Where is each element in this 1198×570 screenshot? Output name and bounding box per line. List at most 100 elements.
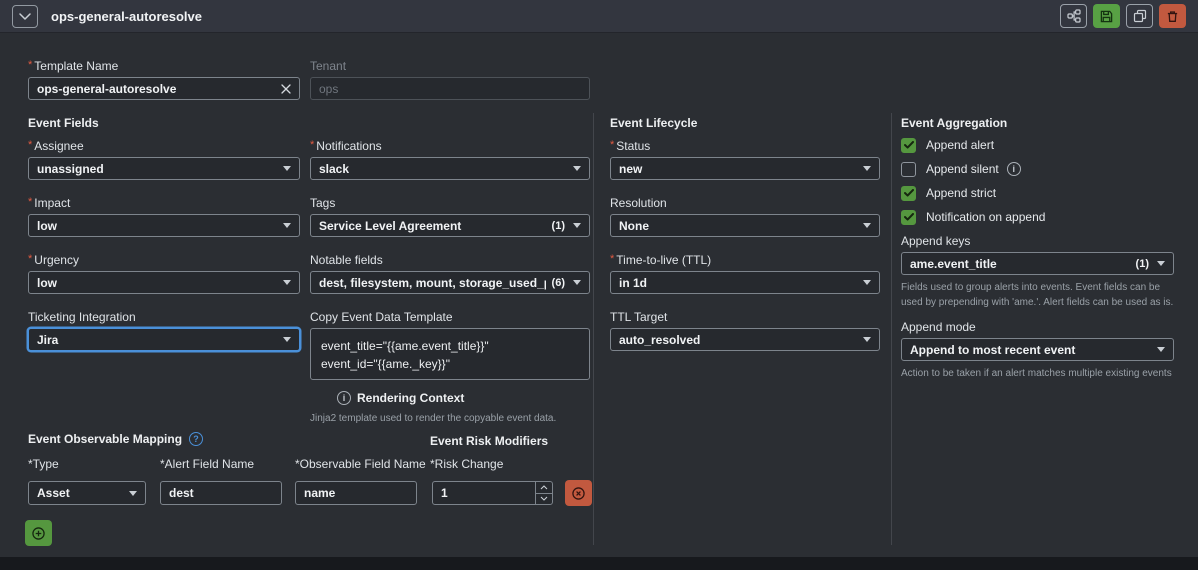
notifications-label: * Notifications: [310, 139, 382, 153]
ttl-label: * Time-to-live (TTL): [610, 253, 712, 267]
required-marker: *: [28, 139, 33, 151]
notification-on-append-label: Notification on append: [926, 210, 1046, 224]
copy-event-data-template-textarea[interactable]: event_title="{{ame.event_title}}" event_…: [310, 328, 590, 380]
append-keys-count: (1): [1135, 257, 1149, 270]
template-name-label: * Template Name: [28, 59, 119, 73]
code-line: event_id="{{ame._key}}": [321, 357, 450, 371]
help-icon[interactable]: [189, 432, 204, 446]
urgency-select[interactable]: low: [28, 271, 300, 294]
caret-down-icon: [573, 280, 581, 285]
append-strict-row: Append strict: [901, 185, 996, 201]
append-strict-checkbox[interactable]: [901, 185, 916, 201]
impact-label: * Impact: [28, 196, 71, 210]
risk-change-input[interactable]: [433, 482, 535, 504]
info-icon: [337, 391, 351, 405]
flow-chart-icon: [1066, 9, 1081, 23]
notifications-select[interactable]: slack: [310, 157, 590, 180]
caret-down-icon: [1157, 261, 1165, 266]
required-marker: *: [28, 253, 33, 265]
add-circle-icon: [31, 526, 46, 541]
observable-type-select[interactable]: Asset: [28, 481, 146, 505]
save-icon: [1100, 10, 1113, 23]
delete-button[interactable]: [1159, 4, 1186, 28]
notification-on-append-row: Notification on append: [901, 209, 1045, 225]
risk-change-stepper: [432, 481, 553, 505]
save-button[interactable]: [1093, 4, 1120, 28]
observable-field-name-input[interactable]: [295, 481, 417, 505]
append-mode-select[interactable]: Append to most recent event: [901, 338, 1174, 361]
remove-mapping-row-button[interactable]: [565, 480, 592, 506]
notable-fields-label: Notable fields: [310, 253, 383, 267]
append-alert-label: Append alert: [926, 138, 995, 152]
append-keys-label: Append keys: [901, 234, 971, 248]
tags-select[interactable]: Service Level Agreement (1): [310, 214, 590, 237]
risk-change-column-label: *Risk Change: [430, 457, 504, 471]
resolution-select[interactable]: None: [610, 214, 880, 237]
type-column-label: *Type: [28, 457, 59, 471]
copy-template-help: Jinja2 template used to render the copya…: [310, 413, 557, 424]
append-alert-row: Append alert: [901, 137, 994, 153]
tags-label: Tags: [310, 196, 336, 210]
caret-down-icon: [129, 490, 137, 496]
template-editor-panel: ops-general-autoresolve * Template Name …: [0, 0, 1198, 570]
chevron-down-icon: [19, 12, 31, 20]
risk-modifiers-title: Event Risk Modifiers: [430, 434, 549, 448]
rendering-context-link[interactable]: Rendering Context: [337, 391, 464, 405]
column-divider: [593, 113, 594, 545]
ttl-target-select[interactable]: auto_resolved: [610, 328, 880, 351]
tenant-input[interactable]: [310, 77, 590, 100]
caret-down-icon: [863, 223, 871, 228]
append-mode-help: Action to be taken if an alert matches m…: [901, 368, 1172, 379]
notable-fields-select[interactable]: dest, filesystem, mount, storage_used_pe…: [310, 271, 590, 294]
column-divider: [891, 113, 892, 545]
ttl-target-label: TTL Target: [610, 310, 668, 324]
template-name-input[interactable]: [28, 77, 300, 100]
caret-down-icon: [1157, 347, 1165, 352]
append-silent-checkbox[interactable]: [901, 161, 916, 177]
event-fields-title: Event Fields: [28, 116, 99, 130]
notification-on-append-checkbox[interactable]: [901, 209, 916, 225]
alert-field-name-input[interactable]: [160, 481, 282, 505]
append-silent-row: Append silent: [901, 161, 1021, 177]
clear-icon[interactable]: [281, 83, 291, 94]
ttl-select[interactable]: in 1d: [610, 271, 880, 294]
status-select[interactable]: new: [610, 157, 880, 180]
required-marker: *: [610, 253, 615, 265]
form-content: *Template Name Tenant Event Fields *Assi…: [0, 33, 1198, 557]
assignee-label: * Assignee: [28, 139, 84, 153]
code-line: event_title="{{ame.event_title}}": [321, 339, 489, 353]
append-keys-help: Fields used to group alerts into events.…: [901, 282, 1174, 308]
collapse-button[interactable]: [12, 4, 38, 28]
tags-count: (1): [551, 219, 565, 232]
titlebar: ops-general-autoresolve: [0, 0, 1198, 33]
append-silent-label: Append silent: [926, 162, 999, 176]
append-strict-label: Append strict: [926, 186, 997, 200]
required-marker: *: [28, 196, 33, 208]
append-keys-select[interactable]: ame.event_title (1): [901, 252, 1174, 275]
info-icon[interactable]: [1006, 162, 1021, 176]
workflow-button[interactable]: [1060, 4, 1087, 28]
observable-mapping-title: Event Observable Mapping: [28, 432, 183, 446]
remove-circle-icon: [571, 486, 586, 501]
stepper-buttons: [535, 482, 552, 504]
ticketing-integration-select[interactable]: Jira: [28, 328, 300, 351]
ticketing-integration-label: Ticketing Integration: [28, 310, 136, 324]
copy-icon: [1133, 9, 1147, 23]
alert-field-name-column-label: *Alert Field Name: [160, 457, 255, 471]
caret-down-icon: [283, 337, 291, 342]
page-title: ops-general-autoresolve: [51, 8, 202, 24]
tenant-label: Tenant: [310, 59, 347, 73]
status-label: * Status: [610, 139, 651, 153]
caret-down-icon: [283, 166, 291, 171]
assignee-select[interactable]: unassigned: [28, 157, 300, 180]
impact-select[interactable]: low: [28, 214, 300, 237]
stepper-down-icon[interactable]: [536, 494, 552, 505]
caret-down-icon: [283, 223, 291, 228]
copy-button[interactable]: [1126, 4, 1153, 28]
add-mapping-row-button[interactable]: [25, 520, 52, 546]
urgency-label: * Urgency: [28, 253, 79, 267]
observable-field-name-column-label: *Observable Field Name: [295, 457, 426, 471]
stepper-up-icon[interactable]: [536, 482, 552, 494]
append-alert-checkbox[interactable]: [901, 137, 916, 153]
caret-down-icon: [863, 166, 871, 171]
